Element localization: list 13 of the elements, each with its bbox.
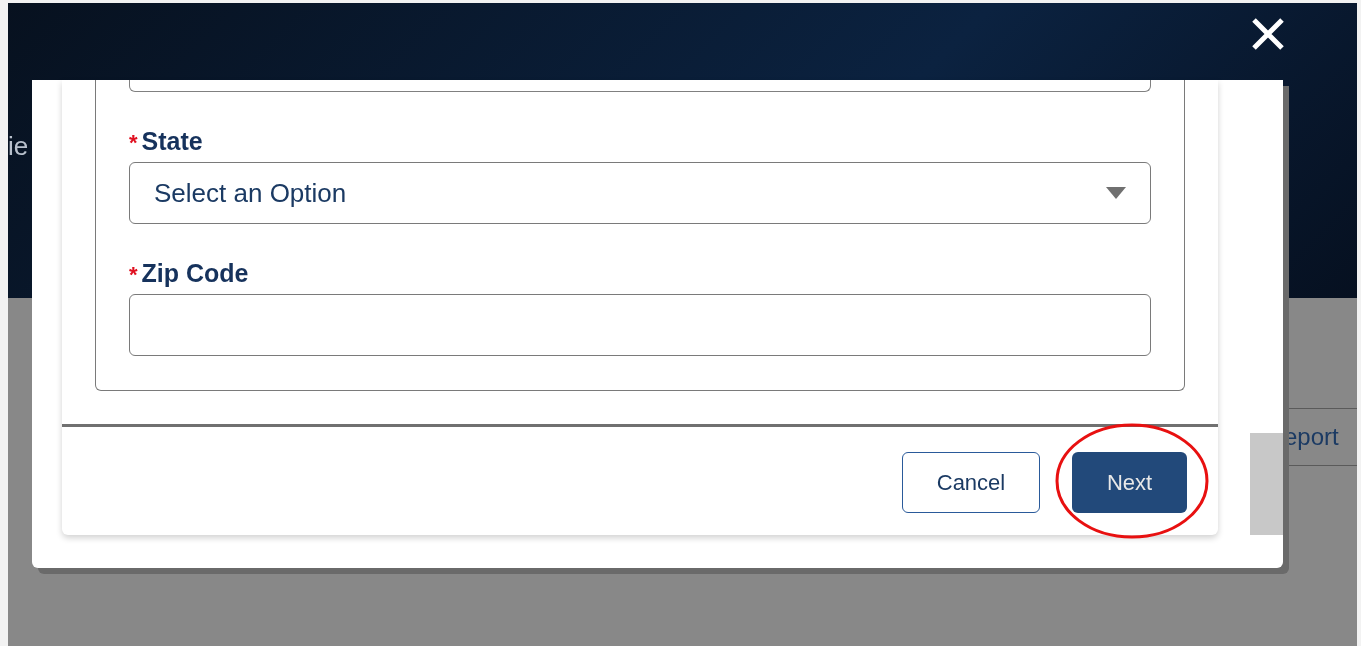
caret-icon — [1106, 187, 1126, 199]
state-select[interactable]: Select an Option — [129, 162, 1151, 224]
scrollbar-thumb[interactable] — [1250, 433, 1283, 535]
input-field[interactable] — [129, 294, 1151, 356]
page-text: ie — [8, 130, 29, 163]
cancel-button[interactable]: Cancel — [902, 452, 1040, 513]
field-label: Zip Code — [141, 261, 249, 286]
field-label: State — [141, 129, 203, 154]
next-button[interactable]: Next — [1072, 452, 1187, 513]
input-field[interactable] — [129, 80, 1151, 92]
close-icon[interactable] — [1251, 17, 1285, 51]
required-mark: * — [129, 264, 138, 286]
required-mark: * — [129, 132, 138, 154]
